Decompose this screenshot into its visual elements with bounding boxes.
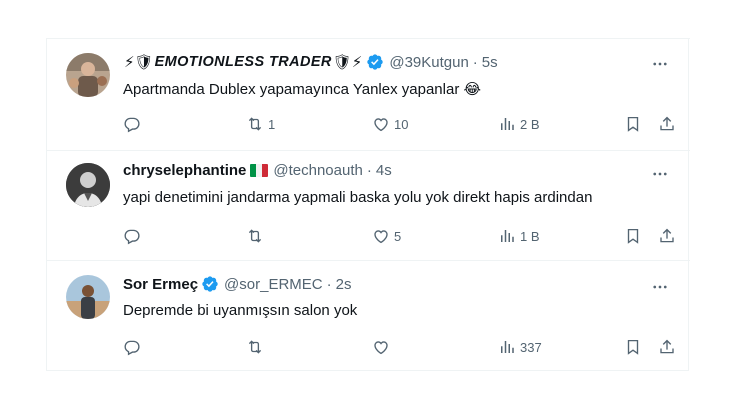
bookmark-button[interactable] <box>624 336 642 358</box>
tweet[interactable]: ⚡🛡 EMOTIONLESS TRADER 🛡⚡ @39Kutgun · 5s … <box>47 38 690 150</box>
tweet-header: Sor Ermeç @sor_ERMEC · 2s <box>123 275 351 293</box>
like-icon <box>374 118 388 132</box>
handle[interactable]: @technoauth <box>273 162 362 179</box>
share-icon <box>660 339 674 354</box>
more-icon[interactable] <box>650 164 670 184</box>
share-icon <box>660 228 674 243</box>
like-button[interactable]: 5 <box>372 225 401 247</box>
timestamp[interactable]: 5s <box>482 54 498 71</box>
display-name[interactable]: chryselephantine <box>123 162 246 179</box>
reply-icon <box>124 117 140 133</box>
handle[interactable]: @sor_ERMEC <box>224 276 323 293</box>
verified-badge-icon[interactable] <box>366 53 384 71</box>
share-button[interactable] <box>658 336 676 358</box>
bookmark-button[interactable] <box>624 225 642 247</box>
like-count: 10 <box>394 116 409 132</box>
like-icon <box>374 230 388 244</box>
retweet-count: 1 <box>268 116 276 132</box>
bookmark-icon <box>627 339 639 355</box>
bookmark-button[interactable] <box>624 113 642 135</box>
view-count: 1 B <box>520 228 540 244</box>
display-name[interactable]: Sor Ermeç <box>123 276 198 293</box>
view-count: 2 B <box>520 116 540 132</box>
tweet[interactable]: chryselephantine @technoauth · 4s yapi d… <box>47 150 690 260</box>
retweet-button[interactable] <box>246 336 268 358</box>
views-icon <box>501 230 514 242</box>
separator: · <box>366 162 372 179</box>
handle[interactable]: @39Kutgun <box>389 54 468 71</box>
retweet-button[interactable] <box>246 225 268 247</box>
separator: · <box>472 53 478 71</box>
italy-flag-icon <box>250 164 269 177</box>
views-icon <box>501 118 514 130</box>
like-button[interactable] <box>372 336 394 358</box>
reply-button[interactable] <box>123 336 145 358</box>
name-suffix-emoji: 🛡⚡ <box>332 53 363 71</box>
display-name[interactable]: EMOTIONLESS TRADER <box>155 54 332 70</box>
views-button[interactable]: 2 B <box>498 113 540 135</box>
action-bar: 1 10 2 B <box>123 113 678 135</box>
avatar[interactable] <box>66 275 110 319</box>
action-bar: 5 1 B <box>123 225 678 247</box>
like-count: 5 <box>394 228 402 244</box>
like-button[interactable]: 10 <box>372 113 408 135</box>
bookmark-icon <box>627 228 639 244</box>
views-button[interactable]: 337 <box>498 336 542 358</box>
views-icon <box>501 341 514 353</box>
more-icon[interactable] <box>650 54 670 74</box>
like-icon <box>374 341 388 355</box>
share-button[interactable] <box>658 225 676 247</box>
share-button[interactable] <box>658 113 676 135</box>
reply-icon <box>124 340 140 356</box>
timestamp[interactable]: 4s <box>376 162 392 179</box>
avatar[interactable] <box>66 53 110 97</box>
tweet-text: Depremde bi uyanmışsın salon yok <box>123 302 358 319</box>
name-prefix-emoji: ⚡🛡 <box>124 53 154 71</box>
share-icon <box>660 116 674 131</box>
view-count: 337 <box>520 339 542 355</box>
bookmark-icon <box>627 116 639 132</box>
tweet-text: Apartmanda Dublex yapamayınca Yanlex yap… <box>123 81 482 98</box>
timestamp[interactable]: 2s <box>336 276 352 293</box>
reply-button[interactable] <box>123 113 145 135</box>
avatar[interactable] <box>66 163 110 207</box>
retweet-icon <box>248 117 262 131</box>
reply-icon <box>124 229 140 245</box>
tweet-header: chryselephantine @technoauth · 4s <box>123 162 392 179</box>
retweet-button[interactable]: 1 <box>246 113 275 135</box>
reply-button[interactable] <box>123 225 145 247</box>
timeline: ⚡🛡 EMOTIONLESS TRADER 🛡⚡ @39Kutgun · 5s … <box>46 38 690 371</box>
retweet-icon <box>248 340 262 354</box>
retweet-icon <box>248 229 262 243</box>
more-icon[interactable] <box>650 277 670 297</box>
separator: · <box>326 275 332 293</box>
tweet[interactable]: Sor Ermeç @sor_ERMEC · 2s Depremde bi uy… <box>47 260 690 371</box>
tweet-text: yapi denetimini jandarma yapmali baska y… <box>123 189 593 206</box>
action-bar: 337 <box>123 336 678 358</box>
views-button[interactable]: 1 B <box>498 225 540 247</box>
verified-badge-icon[interactable] <box>201 275 219 293</box>
tweet-header: ⚡🛡 EMOTIONLESS TRADER 🛡⚡ @39Kutgun · 5s <box>123 53 498 71</box>
